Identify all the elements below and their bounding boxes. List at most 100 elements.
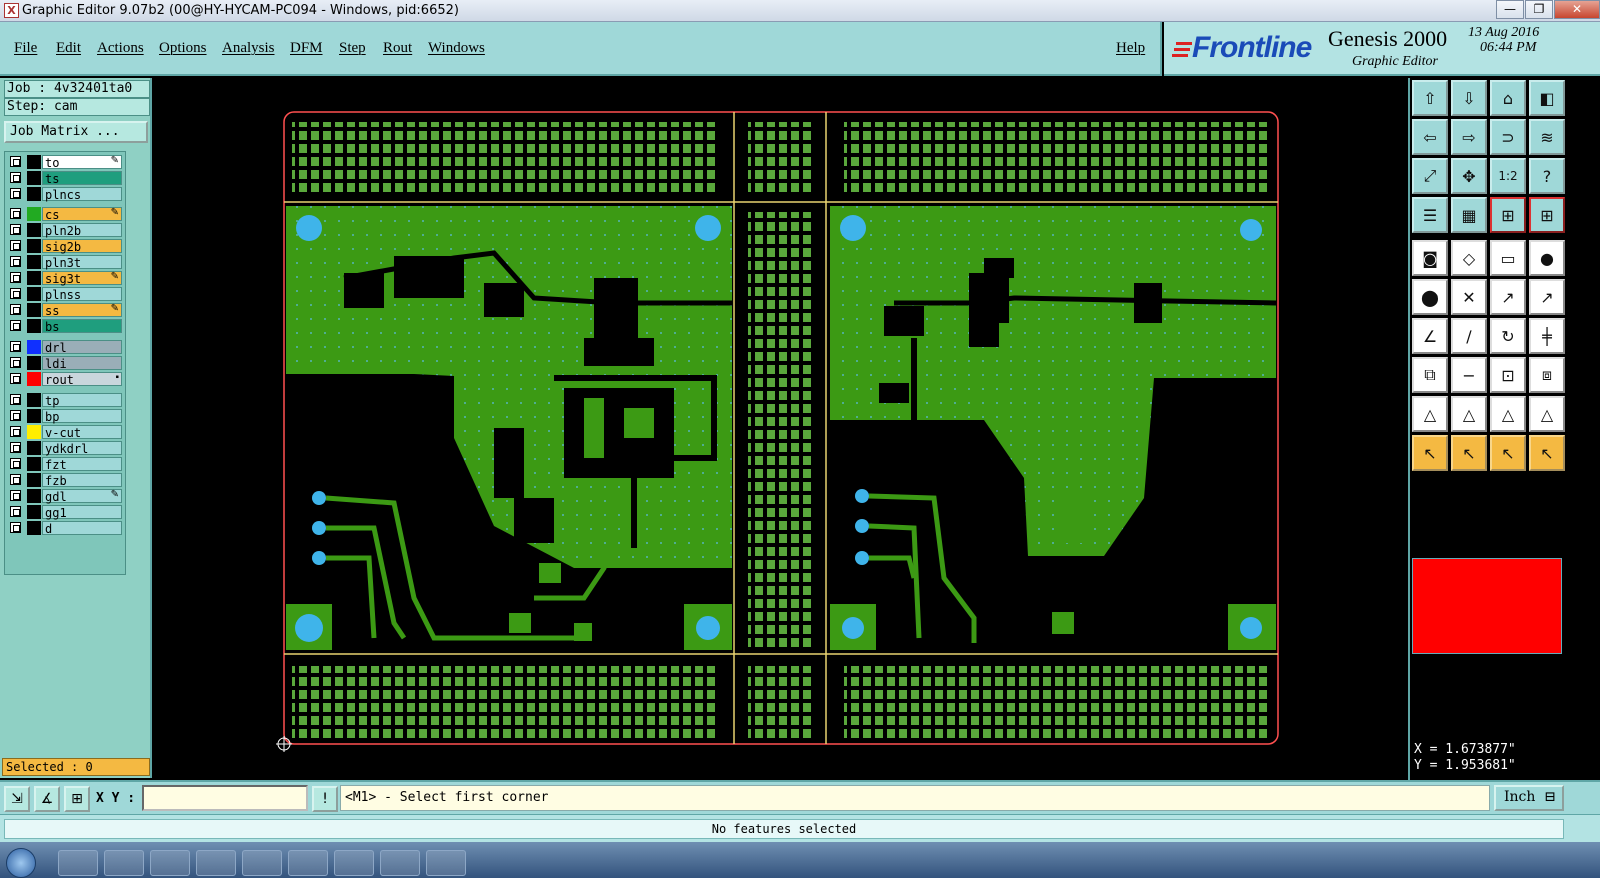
layer-checkbox[interactable] (10, 288, 21, 299)
taskbar-item[interactable] (288, 850, 328, 876)
layer-name[interactable]: plnss (42, 287, 122, 302)
menu-rout[interactable]: Rout (383, 40, 412, 57)
layer-checkbox[interactable] (10, 410, 21, 421)
layer-color-swatch[interactable] (27, 171, 41, 185)
layer-color-swatch[interactable] (27, 521, 41, 535)
layer-row-sig3t[interactable]: sig3t ✎ (7, 271, 125, 286)
tool-button-22-icon[interactable]: ✕ (1451, 279, 1487, 315)
tool-button-32-icon[interactable]: ⧈ (1529, 357, 1565, 393)
layer-row-bp[interactable]: bp (7, 409, 125, 424)
layer-color-swatch[interactable] (27, 425, 41, 439)
layer-color-swatch[interactable] (27, 393, 41, 407)
taskbar-item[interactable] (334, 850, 374, 876)
unit-selector[interactable]: Inch ⊟ (1494, 785, 1564, 811)
layer-color-swatch[interactable] (27, 271, 41, 285)
layer-checkbox[interactable] (10, 394, 21, 405)
layer-row-gg1[interactable]: gg1 (7, 505, 125, 520)
tool-button-5-icon[interactable]: ⇦ (1412, 119, 1448, 155)
layer-checkbox[interactable] (10, 442, 21, 453)
taskbar-item[interactable] (426, 850, 466, 876)
layer-row-fzt[interactable]: fzt (7, 457, 125, 472)
layer-checkbox[interactable] (10, 304, 21, 315)
layer-row-plncs[interactable]: plncs (7, 187, 125, 202)
layer-row-ydkdrl[interactable]: ydkdrl (7, 441, 125, 456)
layer-color-swatch[interactable] (27, 457, 41, 471)
layer-checkbox[interactable] (10, 458, 21, 469)
minimize-button[interactable]: — (1496, 0, 1524, 19)
tool-button-4-icon[interactable]: ◧ (1529, 80, 1565, 116)
layer-checkbox[interactable] (10, 272, 21, 283)
job-matrix-button[interactable]: Job Matrix ... (4, 121, 148, 143)
layer-checkbox[interactable] (10, 426, 21, 437)
tool-button-28-icon[interactable]: ╪ (1529, 318, 1565, 354)
tool-button-21-icon[interactable]: ⬤ (1412, 279, 1448, 315)
tool-button-2-icon[interactable]: ⇩ (1451, 80, 1487, 116)
layer-row-ss[interactable]: ss ✎ (7, 303, 125, 318)
layer-checkbox[interactable] (10, 188, 21, 199)
layer-name[interactable]: bs (42, 319, 122, 334)
layer-name[interactable]: sig2b (42, 239, 122, 254)
layer-checkbox[interactable] (10, 224, 21, 235)
layer-color-swatch[interactable] (27, 207, 41, 221)
tool-button-27-icon[interactable]: ↻ (1490, 318, 1526, 354)
layer-color-swatch[interactable] (27, 441, 41, 455)
tool-button-31-icon[interactable]: ⊡ (1490, 357, 1526, 393)
layer-color-swatch[interactable] (27, 287, 41, 301)
xy-input[interactable] (142, 785, 308, 811)
layer-checkbox[interactable] (10, 341, 21, 352)
taskbar-item[interactable] (196, 850, 236, 876)
tool-button-14-icon[interactable]: ▦ (1451, 197, 1487, 233)
layer-name[interactable]: pln2b (42, 223, 122, 238)
tool-button-29-icon[interactable]: ⧉ (1412, 357, 1448, 393)
taskbar-item[interactable] (58, 850, 98, 876)
tool-button-16-icon[interactable]: ⊞ (1529, 197, 1565, 233)
layer-checkbox[interactable] (10, 490, 21, 501)
layer-name[interactable]: ydkdrl (42, 441, 122, 456)
tool-button-17-icon[interactable]: ◙ (1412, 240, 1448, 276)
layer-checkbox[interactable] (10, 172, 21, 183)
layer-name[interactable]: drl (42, 340, 122, 355)
tool-button-18-icon[interactable]: ◇ (1451, 240, 1487, 276)
layer-row-pln3t[interactable]: pln3t (7, 255, 125, 270)
layer-color-swatch[interactable] (27, 303, 41, 317)
layer-row-gdl[interactable]: gdl ✎ (7, 489, 125, 504)
start-button-icon[interactable] (6, 848, 36, 878)
layer-checkbox[interactable] (10, 373, 21, 384)
tool-button-11-icon[interactable]: 1:2 (1490, 158, 1526, 194)
zoom-area-icon[interactable]: ⇲ (4, 786, 30, 812)
menu-edit[interactable]: Edit (56, 40, 81, 57)
tool-button-12-icon[interactable]: ? (1529, 158, 1565, 194)
layer-name[interactable]: bp (42, 409, 122, 424)
measure-icon[interactable]: ∡ (34, 786, 60, 812)
layer-row-v-cut[interactable]: v-cut (7, 425, 125, 440)
layer-row-fzb[interactable]: fzb (7, 473, 125, 488)
tool-button-38-icon[interactable]: ↖ (1451, 435, 1487, 471)
tool-button-6-icon[interactable]: ⇨ (1451, 119, 1487, 155)
layer-row-plnss[interactable]: plnss (7, 287, 125, 302)
layer-color-swatch[interactable] (27, 372, 41, 386)
graphic-canvas[interactable] (154, 78, 1408, 780)
grid-icon[interactable]: ⊞ (64, 786, 90, 812)
taskbar-item[interactable] (380, 850, 420, 876)
tool-button-23-icon[interactable]: ↗ (1490, 279, 1526, 315)
layer-color-swatch[interactable] (27, 356, 41, 370)
layer-name[interactable]: d (42, 521, 122, 536)
layer-checkbox[interactable] (10, 156, 21, 167)
layer-row-ldi[interactable]: ldi (7, 356, 125, 371)
layer-checkbox[interactable] (10, 256, 21, 267)
taskbar-item[interactable] (242, 850, 282, 876)
layer-checkbox[interactable] (10, 240, 21, 251)
tool-button-9-icon[interactable]: ⤢ (1412, 158, 1448, 194)
tool-button-25-icon[interactable]: ∠ (1412, 318, 1448, 354)
menu-step[interactable]: Step (339, 40, 366, 57)
tool-button-7-icon[interactable]: ⊃ (1490, 119, 1526, 155)
tool-button-3-icon[interactable]: ⌂ (1490, 80, 1526, 116)
layer-checkbox[interactable] (10, 320, 21, 331)
tool-button-1-icon[interactable]: ⇧ (1412, 80, 1448, 116)
menu-file[interactable]: File (14, 40, 37, 57)
layer-name[interactable]: ldi (42, 356, 122, 371)
layer-row-ts[interactable]: ts (7, 171, 125, 186)
taskbar-item[interactable] (104, 850, 144, 876)
menu-analysis[interactable]: Analysis (222, 40, 275, 57)
layer-color-swatch[interactable] (27, 340, 41, 354)
